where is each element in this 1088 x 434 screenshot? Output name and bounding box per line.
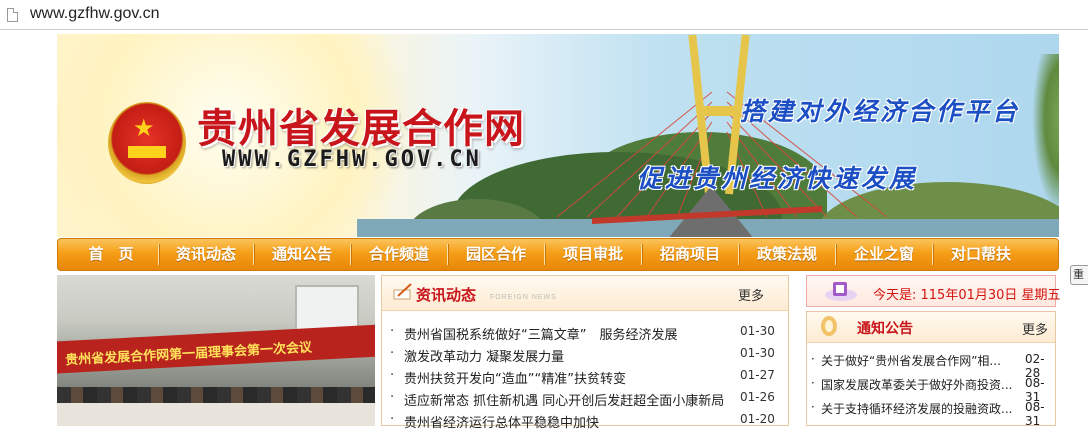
news-panel: 资讯动态 FOREIGN NEWS 更多 · 贵州省国税系统做好“三篇文章” 服务… xyxy=(381,275,789,431)
header-banner: ★ 贵州省发展合作网 WWW.GZFHW.GOV.CN 搭建对外经济合作平台 促… xyxy=(57,34,1059,237)
nav-item-cooperation[interactable]: 合作频道 xyxy=(353,239,445,270)
main-nav: 首 页 资讯动态 通知公告 合作频道 园区合作 项目审批 招商项目 政策法规 企… xyxy=(57,238,1059,271)
nav-item-parks[interactable]: 园区合作 xyxy=(450,239,542,270)
site-title: 贵州省发展合作网 xyxy=(197,105,525,152)
nav-item-project-approval[interactable]: 项目审批 xyxy=(547,239,639,270)
notice-more-link[interactable]: 更多 xyxy=(1022,319,1048,338)
notice-title: 通知公告 xyxy=(857,321,913,337)
news-item[interactable]: · 适应新常态 抓住新机遇 同心开创后发赶超全面小康新局 01-26 xyxy=(390,390,782,412)
url-text[interactable]: www.gzfhw.gov.cn xyxy=(30,5,160,23)
speaker-icon xyxy=(821,316,837,336)
notice-item[interactable]: · 关于做好“贵州省发展合作网”相... 02-28 xyxy=(811,352,1055,380)
nav-item-notices[interactable]: 通知公告 xyxy=(256,239,348,270)
nav-item-news[interactable]: 资讯动态 xyxy=(161,239,251,270)
slogan-2: 促进贵州经济快速发展 xyxy=(637,164,918,193)
news-photo[interactable]: 贵州省发展合作网第一届理事会第一次会议 xyxy=(57,275,375,426)
site-url: WWW.GZFHW.GOV.CN xyxy=(222,147,482,172)
pen-icon xyxy=(393,283,412,300)
page-icon xyxy=(7,8,18,22)
nav-item-home[interactable]: 首 页 xyxy=(66,239,156,270)
national-emblem-icon: ★ xyxy=(108,102,186,184)
notice-item[interactable]: · 关于支持循环经济发展的投融资政... 08-31 xyxy=(811,400,1055,428)
nav-item-aid[interactable]: 对口帮扶 xyxy=(935,239,1027,270)
today-date: 今天是: 115年01月30日 星期五 xyxy=(873,288,1061,303)
news-header: 资讯动态 FOREIGN NEWS 更多 xyxy=(382,276,788,311)
nav-item-investment[interactable]: 招商项目 xyxy=(644,239,736,270)
notice-item[interactable]: · 国家发展改革委关于做好外商投资... 08-31 xyxy=(811,376,1055,404)
slogan-1: 搭建对外经济合作平台 xyxy=(740,97,1021,126)
calendar-icon xyxy=(825,282,857,301)
nav-item-enterprises[interactable]: 企业之窗 xyxy=(838,239,930,270)
news-subtitle: FOREIGN NEWS xyxy=(490,294,557,301)
notice-header: 通知公告 更多 xyxy=(807,312,1055,343)
news-item[interactable]: · 贵州省国税系统做好“三篇文章” 服务经济发展 01-30 xyxy=(390,324,782,346)
floating-side-tab[interactable]: 重 xyxy=(1070,265,1088,285)
browser-address-bar[interactable]: www.gzfhw.gov.cn xyxy=(0,0,1088,30)
notice-panel: 通知公告 更多 · 关于做好“贵州省发展合作网”相... 02-28 · 国家发展改革… xyxy=(806,311,1056,428)
news-title: 资讯动态 xyxy=(416,286,477,304)
news-item[interactable]: · 贵州扶贫开发向“造血”“精准”扶贫转变 01-27 xyxy=(390,368,782,390)
nav-item-policies[interactable]: 政策法规 xyxy=(741,239,833,270)
date-bar: 今天是: 115年01月30日 星期五 xyxy=(806,275,1061,307)
news-item[interactable]: · 激发改革动力 凝聚发展力量 01-30 xyxy=(390,346,782,368)
news-more-link[interactable]: 更多 xyxy=(738,285,764,304)
news-item[interactable]: · 贵州省经济运行总体平稳稳中加快 01-20 xyxy=(390,412,782,434)
